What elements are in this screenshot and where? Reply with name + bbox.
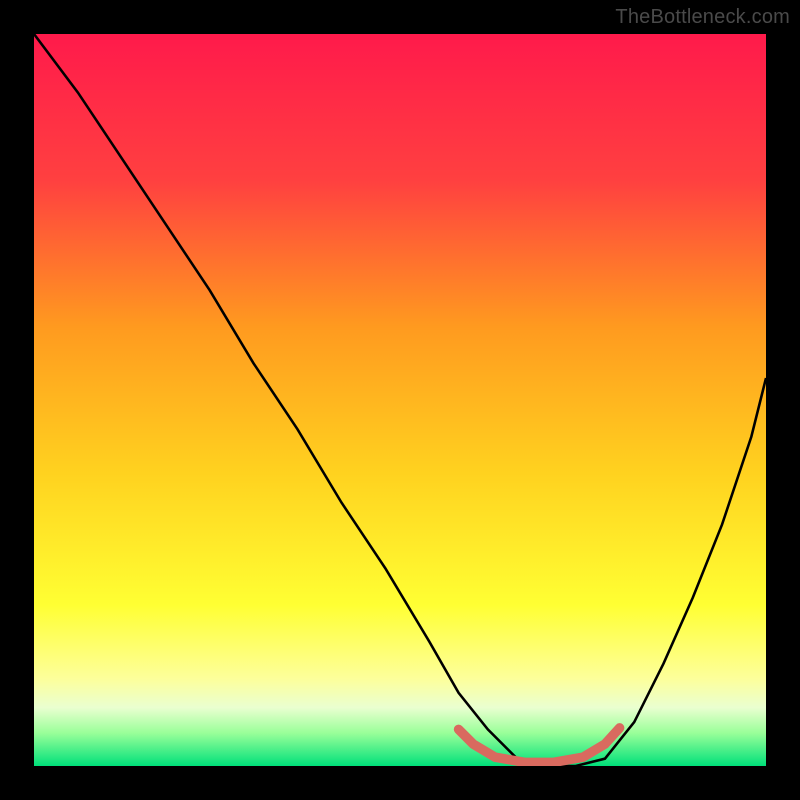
chart-svg: [34, 34, 766, 766]
chart-background: [34, 34, 766, 766]
plot-area: [34, 34, 766, 766]
watermark-text: TheBottleneck.com: [615, 6, 790, 29]
chart-frame: TheBottleneck.com: [0, 0, 800, 800]
